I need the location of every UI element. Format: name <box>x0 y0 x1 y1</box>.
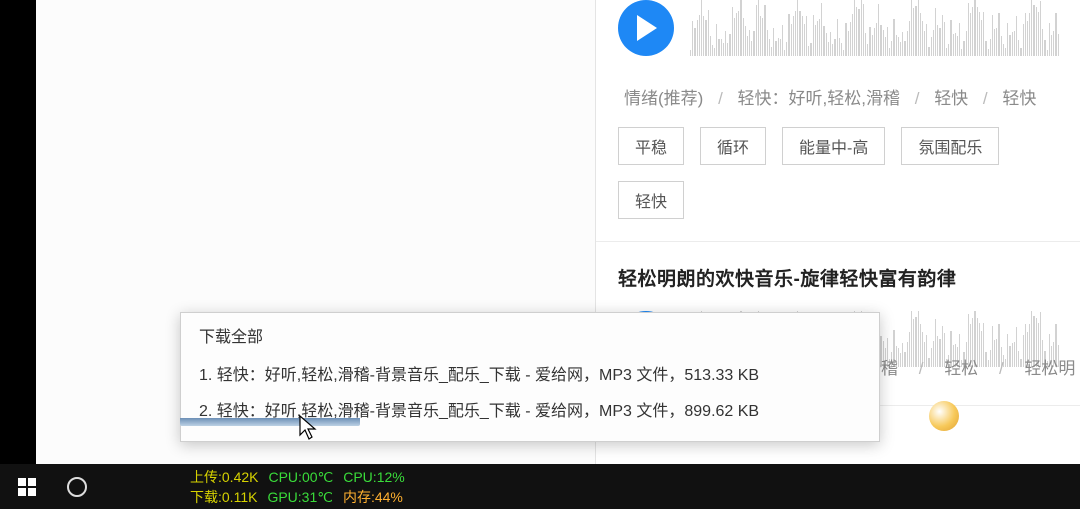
download-all-header[interactable]: 下载全部 <box>199 323 861 347</box>
upload-value: 0.42K <box>222 469 259 485</box>
download-label: 下载: <box>190 489 222 505</box>
tag[interactable]: 能量中-高 <box>782 127 885 165</box>
tag[interactable]: 氛围配乐 <box>901 127 999 165</box>
music-track-1: 情绪(推荐) / 轻快：好听,轻松,滑稽 / 轻快 / 轻快 平稳 循环 能量中… <box>596 0 1080 242</box>
cpu-use-value: 12% <box>377 469 405 485</box>
tag[interactable]: 轻快 <box>618 181 684 219</box>
download-value: 0.11K <box>222 489 258 505</box>
breadcrumb: 情绪(推荐) / 轻快：好听,轻松,滑稽 / 轻快 / 轻快 <box>618 84 1060 109</box>
gpu-temp-value: 31℃ <box>302 489 333 505</box>
cortana-icon <box>67 477 87 497</box>
tag[interactable]: 平稳 <box>618 127 684 165</box>
cpu-temp-value: 00℃ <box>302 469 333 485</box>
crumb-link[interactable]: 轻快 <box>934 89 968 108</box>
tag-row: 平稳 循环 能量中-高 氛围配乐 轻快 <box>618 127 1060 219</box>
taskbar: 上传:0.42K CPU:00℃ CPU:12% 下载:0.11K GPU:31… <box>0 464 1080 509</box>
crumb-link[interactable]: 轻松 <box>944 359 978 378</box>
breadcrumb-partial: 滑稽 / 轻松 / 轻松明朗 <box>856 354 1080 404</box>
start-button[interactable] <box>0 464 54 509</box>
crumb-link[interactable]: 轻快 <box>1002 89 1036 108</box>
tag[interactable]: 循环 <box>700 127 766 165</box>
cpu-temp-label: CPU: <box>268 469 301 485</box>
upload-label: 上传: <box>190 469 222 485</box>
watermark-sub: CSDN @小卷聊开发 <box>916 433 1062 457</box>
cortana-button[interactable] <box>54 464 100 509</box>
popup-shadow <box>180 418 360 426</box>
watermark-avatar <box>929 401 959 431</box>
track-title[interactable]: 轻松明朗的欢快音乐-旋律轻快富有韵律 <box>618 264 1060 291</box>
watermark-name: 小卷聊开发 <box>967 403 1062 430</box>
waveform <box>690 0 1060 56</box>
crumb-link[interactable]: 情绪(推荐) <box>624 89 703 108</box>
gpu-temp-label: GPU: <box>267 489 301 505</box>
play-button[interactable] <box>618 0 674 56</box>
download-item[interactable]: 1. 轻快：好听,轻松,滑稽-背景音乐_配乐_下载 - 爱给网，MP3 文件，5… <box>199 355 861 391</box>
mem-label: 内存: <box>343 489 375 505</box>
crumb-link[interactable]: 轻快：好听,轻松,滑稽 <box>738 89 900 108</box>
cpu-use-label: CPU: <box>343 469 376 485</box>
system-stats: 上传:0.42K CPU:00℃ CPU:12% 下载:0.11K GPU:31… <box>190 467 405 507</box>
watermark: 小卷聊开发 CSDN @小卷聊开发 <box>916 401 1062 457</box>
mem-value: 44% <box>375 489 403 505</box>
